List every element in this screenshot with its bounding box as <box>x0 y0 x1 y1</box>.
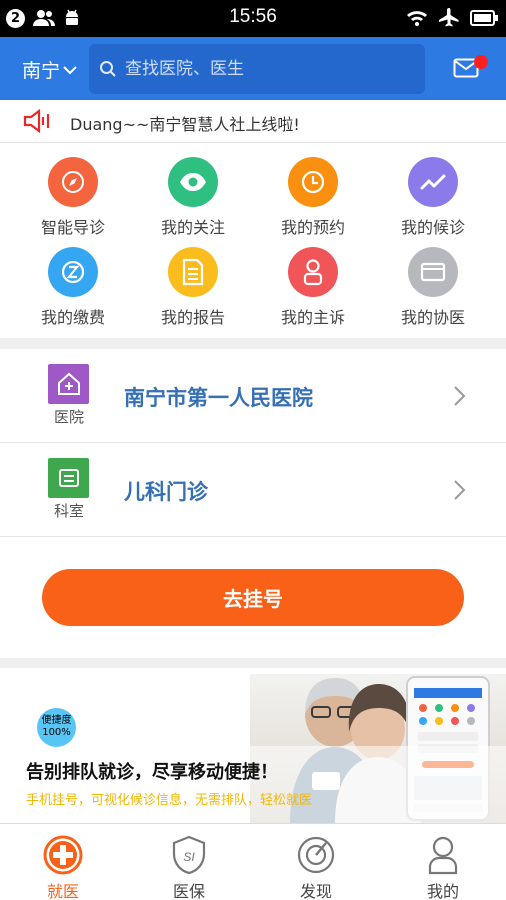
eye-icon <box>168 157 218 207</box>
search-box[interactable] <box>89 44 425 94</box>
tab-label: 我的 <box>426 882 459 900</box>
grid-item-my-payments[interactable]: 我的缴费 <box>10 247 136 328</box>
tab-insurance[interactable]: SI 医保 <box>126 824 252 900</box>
department-name: 儿科门诊 <box>124 480 208 504</box>
compass-icon <box>48 157 98 207</box>
grid-item-label: 我的关注 <box>160 218 225 237</box>
tab-label: 发现 <box>299 882 332 900</box>
grid-item-label: 我的主诉 <box>280 308 345 327</box>
department-label: 科室 <box>53 502 84 520</box>
hospital-label: 医院 <box>53 408 84 426</box>
yuan-icon <box>48 247 98 297</box>
registration-selection: 医院 南宁市第一人民医院 科室 儿科门诊 <box>0 349 506 537</box>
svg-text:SI: SI <box>183 850 195 864</box>
city-selector[interactable]: 南宁 <box>22 56 77 83</box>
search-icon <box>100 61 116 77</box>
grid-item-my-reports[interactable]: 我的报告 <box>130 247 256 328</box>
banner-subtitle: 手机挂号，可视化候诊信息，无需排队，轻松就医 <box>26 793 313 808</box>
department-row[interactable]: 科室 儿科门诊 <box>0 443 506 537</box>
feature-grid: 智能导诊 我的关注 我的预约 我的候诊 我的缴费 我的报告 我的主诉 我的协医 <box>0 143 506 338</box>
airplane-mode-icon <box>439 8 459 27</box>
report-icon <box>168 247 218 297</box>
chevron-down-icon <box>63 65 77 74</box>
notice-text: Duang~~南宁智慧人社上线啦! <box>70 115 300 134</box>
grid-item-my-appointments[interactable]: 我的预约 <box>250 157 376 238</box>
wifi-icon <box>407 11 427 26</box>
bottom-tab-bar: 就医 SI 医保 发现 我的 <box>0 823 506 900</box>
clock-icon <box>288 157 338 207</box>
card-icon <box>408 247 458 297</box>
grid-item-label: 智能导诊 <box>40 218 105 237</box>
compass-icon <box>296 835 336 875</box>
hospital-icon <box>48 364 89 404</box>
tab-discover[interactable]: 发现 <box>253 824 379 900</box>
hospital-row[interactable]: 医院 南宁市第一人民医院 <box>0 349 506 443</box>
shield-icon: SI <box>169 835 209 875</box>
grid-item-my-co-doctor[interactable]: 我的协医 <box>370 247 496 328</box>
medical-cross-icon <box>43 835 83 875</box>
chevron-right-icon <box>454 386 466 406</box>
status-bar: 2 15:56 <box>0 0 506 37</box>
app-screen: 2 15:56 南宁 Duang~~南宁智慧人社上线啦! <box>0 0 506 900</box>
grid-item-smart-guide[interactable]: 智能导诊 <box>10 157 136 238</box>
grid-item-label: 我的预约 <box>280 218 345 237</box>
search-input[interactable] <box>125 59 405 79</box>
tab-label: 就医 <box>46 882 79 900</box>
promo-banner[interactable]: 便捷度100% 告别排队就诊，尽享移动便捷！ 手机挂号，可视化候诊信息，无需排队… <box>0 668 506 823</box>
grid-item-my-waiting[interactable]: 我的候诊 <box>370 157 496 238</box>
city-name: 南宁 <box>22 60 61 82</box>
battery-icon <box>470 10 498 26</box>
grid-item-my-follows[interactable]: 我的关注 <box>130 157 256 238</box>
grid-item-label: 我的候诊 <box>400 218 465 237</box>
unread-dot <box>474 55 488 69</box>
department-icon <box>48 458 89 498</box>
tab-label: 医保 <box>172 882 205 900</box>
convenience-badge: 便捷度100% <box>37 708 76 747</box>
tab-me[interactable]: 我的 <box>380 824 506 900</box>
trend-icon <box>408 157 458 207</box>
hospital-name: 南宁市第一人民医院 <box>124 386 313 410</box>
grid-item-label: 我的报告 <box>160 308 225 327</box>
app-header: 南宁 <box>0 37 506 100</box>
user-icon <box>423 835 463 875</box>
grid-item-label: 我的缴费 <box>40 308 105 327</box>
person-icon <box>288 247 338 297</box>
notice-bar[interactable]: Duang~~南宁智慧人社上线啦! <box>0 100 506 143</box>
tab-medical[interactable]: 就医 <box>0 824 126 900</box>
register-button[interactable]: 去挂号 <box>42 569 464 626</box>
register-button-area: 去挂号 <box>0 537 506 658</box>
banner-title: 告别排队就诊，尽享移动便捷！ <box>26 762 278 783</box>
grid-item-label: 我的协医 <box>400 308 465 327</box>
speaker-icon <box>23 109 50 133</box>
grid-item-my-complaints[interactable]: 我的主诉 <box>250 247 376 328</box>
chevron-right-icon <box>454 480 466 500</box>
